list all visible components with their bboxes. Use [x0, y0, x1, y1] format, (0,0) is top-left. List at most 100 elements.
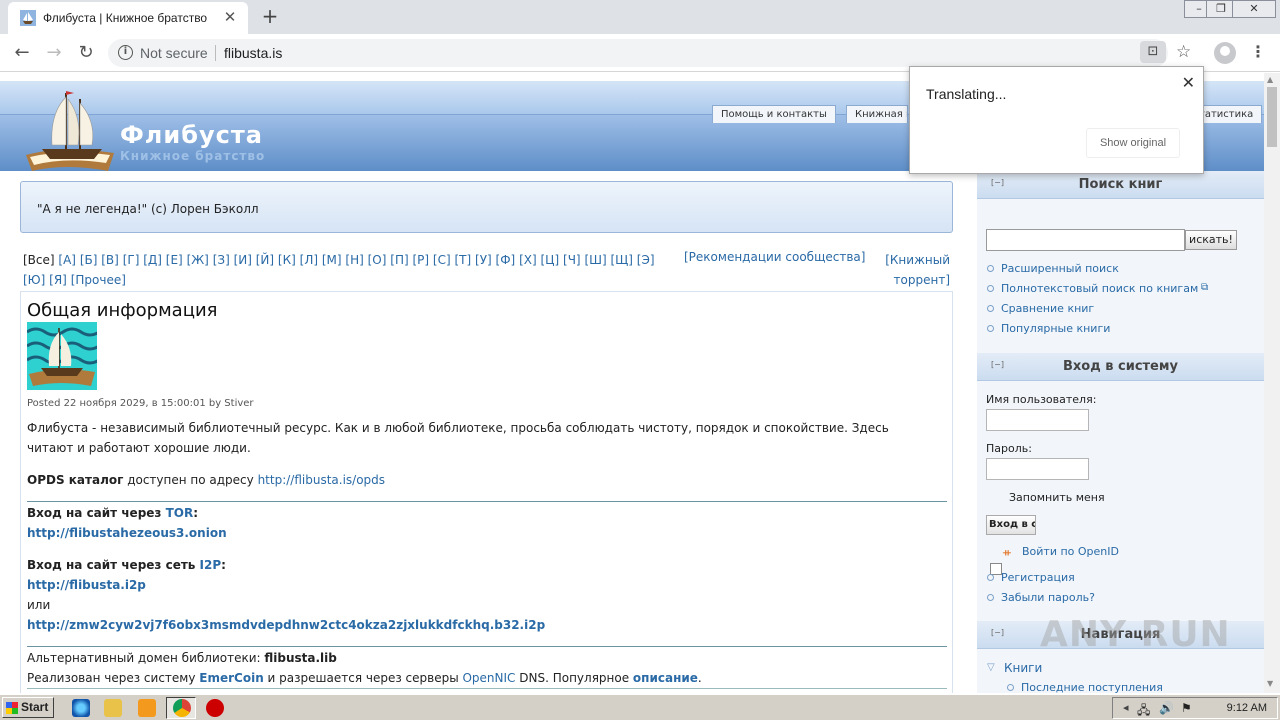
alphabet-all[interactable]: [Все] — [23, 253, 55, 267]
alphabet-letter-link[interactable]: [Я] — [49, 273, 67, 287]
volume-icon[interactable]: 🔊 — [1159, 701, 1174, 715]
openid-link[interactable]: Войти по OpenID — [1022, 545, 1119, 558]
tab-help-contacts[interactable]: Помощь и контакты — [712, 105, 836, 123]
i2p-link-1[interactable]: http://flibusta.i2p — [27, 575, 146, 595]
alphabet-letter-link[interactable]: [Е] — [166, 253, 183, 267]
i2p-link-word[interactable]: I2P — [200, 558, 222, 572]
alphabet-letter-link[interactable]: [З] — [213, 253, 230, 267]
emercoin-link[interactable]: EmerCoin — [199, 671, 263, 685]
alphabet-letter-link[interactable]: [П] — [390, 253, 408, 267]
alphabet-letter-link[interactable]: [Прочее] — [71, 273, 126, 287]
search-input[interactable] — [986, 229, 1185, 251]
alphabet-letter-link[interactable]: [О] — [368, 253, 387, 267]
scroll-down-icon[interactable]: ▼ — [1267, 679, 1273, 688]
alphabet-letter-link[interactable]: [К] — [278, 253, 296, 267]
bookmark-star-icon[interactable]: ☆ — [1176, 42, 1191, 62]
opds-link[interactable]: http://flibusta.is/opds — [258, 473, 385, 487]
alphabet-letter-link[interactable]: [Т] — [455, 253, 472, 267]
vertical-scrollbar[interactable]: ▲ ▼ — [1264, 73, 1280, 693]
alphabet-letter-link[interactable]: [Щ] — [610, 253, 633, 267]
alphabet-letter-link[interactable]: [Г] — [123, 253, 140, 267]
tray-expand-icon[interactable]: ◂ — [1123, 701, 1129, 714]
i2p-link-2[interactable]: http://zmw2cyw2vj7f6obx3msmdvdepdhnw2ctc… — [27, 615, 545, 635]
scrollbar-thumb[interactable] — [1267, 87, 1277, 147]
folder-icon[interactable] — [104, 699, 122, 717]
site-name[interactable]: Флибуста — [120, 121, 263, 149]
compare-books-link[interactable]: Сравнение книг — [1001, 302, 1094, 315]
alphabet-letter-link[interactable]: [С] — [433, 253, 451, 267]
register-link[interactable]: Регистрация — [1001, 571, 1075, 584]
kebab-menu-icon[interactable]: ⋮ — [1250, 42, 1266, 61]
forgot-password-link[interactable]: Забыли пароль? — [1001, 591, 1095, 604]
alphabet-letter-link[interactable]: [Э] — [637, 253, 655, 267]
advanced-search-link[interactable]: Расширенный поиск — [1001, 262, 1119, 275]
back-icon[interactable]: ← — [10, 42, 34, 64]
alphabet-letter-link[interactable]: [Ж] — [187, 253, 209, 267]
show-original-button[interactable]: Show original — [1086, 128, 1180, 158]
new-tab-icon[interactable]: + — [260, 6, 280, 26]
alphabet-letter-link[interactable]: [Й] — [256, 253, 274, 267]
flag-icon[interactable]: ⚑ — [1181, 701, 1192, 715]
fulltext-search-link[interactable]: Полнотекстовый поиск по книгам — [1001, 282, 1198, 295]
i2p-link-1-text[interactable]: http://flibusta.i2p — [27, 578, 146, 592]
media-player-icon[interactable] — [138, 699, 156, 717]
tor-label: Вход на сайт через — [27, 506, 166, 520]
ship-logo-icon[interactable] — [22, 87, 118, 177]
alphabet-letter-link[interactable]: [У] — [475, 253, 492, 267]
tor-onion-link[interactable]: http://flibustahezeous3.onion — [27, 523, 227, 543]
torrent-link[interactable]: [Книжный торрент] — [870, 250, 950, 290]
reload-icon[interactable]: ↻ — [74, 42, 98, 64]
alphabet-letter-link[interactable]: [Б] — [80, 253, 98, 267]
alphabet-letter-link[interactable]: [И] — [234, 253, 252, 267]
warning-app-icon[interactable] — [206, 699, 224, 717]
account-avatar-icon[interactable] — [1214, 42, 1236, 64]
divider — [27, 688, 947, 689]
nav-books-link[interactable]: Книги — [1004, 661, 1042, 675]
tab-close-icon[interactable]: ✕ — [222, 9, 238, 25]
description-link[interactable]: описание — [633, 671, 698, 685]
opennic-link[interactable]: OpenNIC — [462, 671, 515, 685]
address-bar[interactable]: i Not secure flibusta.is — [108, 39, 1168, 67]
popular-books-link[interactable]: Популярные книги — [1001, 322, 1110, 335]
search-button[interactable]: искать! — [1185, 230, 1237, 250]
login-button[interactable]: Вход в с — [986, 515, 1036, 535]
bullet-icon — [1007, 684, 1014, 691]
alphabet-letter-link[interactable]: [Ш] — [584, 253, 606, 267]
tor-onion-link-text[interactable]: http://flibustahezeous3.onion — [27, 526, 227, 540]
tor-link-word[interactable]: TOR — [166, 506, 194, 520]
alphabet-letter-link[interactable]: [Р] — [412, 253, 429, 267]
bullet-icon — [987, 285, 994, 292]
forward-icon[interactable]: → — [42, 42, 66, 64]
username-field[interactable] — [986, 409, 1089, 431]
alphabet-letter-link[interactable]: [Л] — [300, 253, 318, 267]
alphabet-letter-link[interactable]: [Ф] — [496, 253, 516, 267]
i2p-link-2-text[interactable]: http://zmw2cyw2vj7f6obx3msmdvdepdhnw2ctc… — [27, 618, 545, 632]
alphabet-letter-link[interactable]: [М] — [322, 253, 342, 267]
search-block-title: Поиск книг — [1078, 177, 1163, 192]
network-icon[interactable]: 🖧 — [1137, 701, 1150, 722]
nav-recent-link[interactable]: Последние поступления — [1021, 681, 1163, 693]
ie-icon[interactable] — [72, 699, 90, 717]
alphabet-letter-link[interactable]: [Х] — [519, 253, 537, 267]
password-field[interactable] — [986, 458, 1089, 480]
or-text: или — [27, 598, 51, 612]
start-button[interactable]: Start — [2, 697, 54, 718]
alphabet-letter-link[interactable]: [Д] — [143, 253, 162, 267]
alphabet-letter-link[interactable]: [В] — [101, 253, 119, 267]
alphabet-letter-link[interactable]: [А] — [58, 253, 76, 267]
recommendations-link[interactable]: [Рекомендации сообщества] — [684, 250, 865, 264]
alphabet-letter-link[interactable]: [Ю] — [23, 273, 45, 287]
translate-icon[interactable]: ⊡ — [1140, 41, 1166, 63]
window-close-icon[interactable]: ✕ — [1232, 0, 1276, 18]
scroll-up-icon[interactable]: ▲ — [1267, 75, 1273, 84]
tab-book-shelf[interactable]: Книжная п — [846, 105, 908, 123]
alphabet-letter-link[interactable]: [Ч] — [563, 253, 581, 267]
taskbar-chrome-button[interactable] — [166, 697, 196, 719]
alphabet-letter-link[interactable]: [Н] — [345, 253, 363, 267]
torrent-link-line1: [Книжный — [885, 253, 950, 267]
popup-close-icon[interactable]: ✕ — [1182, 73, 1195, 92]
info-icon[interactable]: i — [118, 45, 133, 60]
url-text[interactable]: flibusta.is — [224, 45, 282, 61]
browser-tab[interactable]: Флибуста | Книжное братство ✕ — [8, 2, 248, 34]
alphabet-letter-link[interactable]: [Ц] — [541, 253, 560, 267]
